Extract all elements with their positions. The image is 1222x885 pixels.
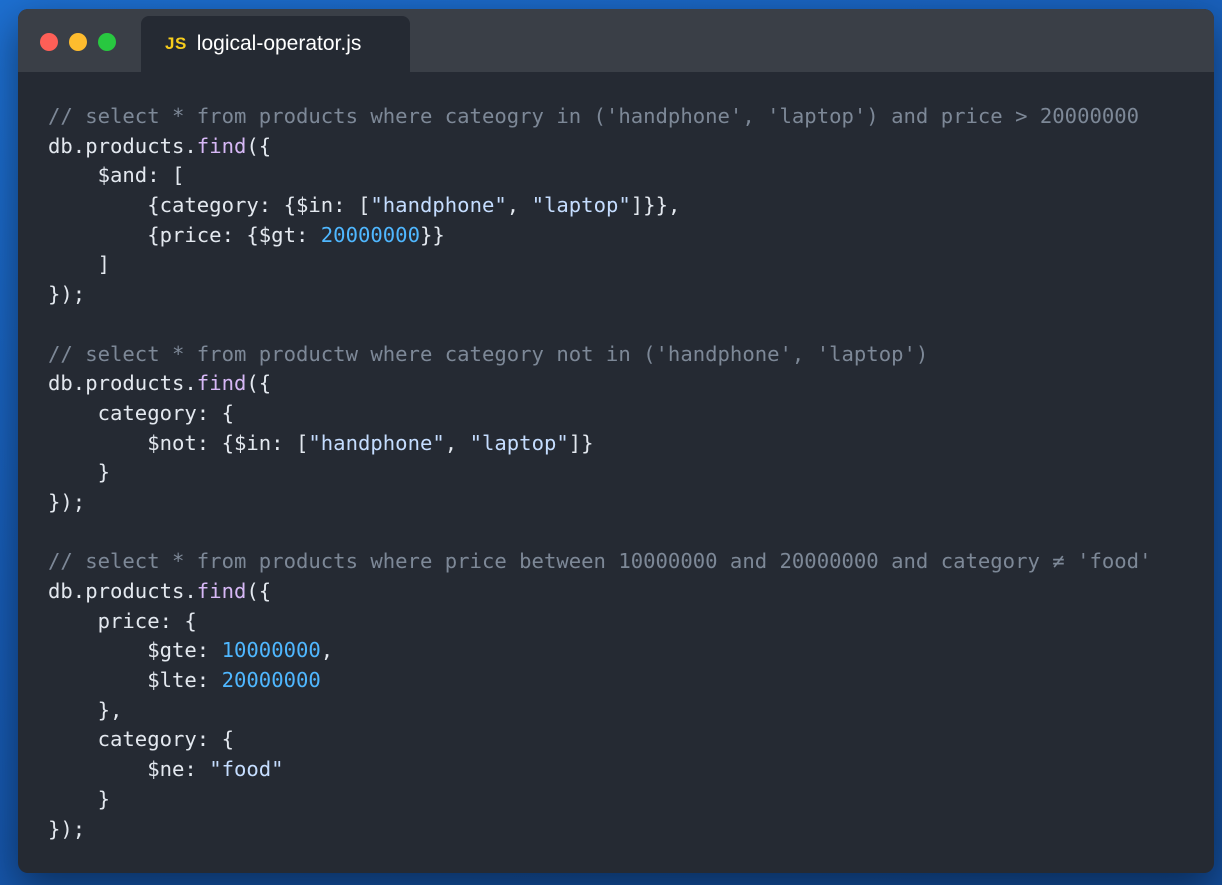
code-comment: // select * from productw where category… xyxy=(48,341,929,366)
code-line: $lte: 20000000 xyxy=(48,666,1214,696)
code-string: "handphone" xyxy=(370,193,507,218)
code-text: , xyxy=(320,638,334,663)
code-line: }); xyxy=(48,815,1214,845)
code-line: }); xyxy=(48,280,1214,310)
code-text: $not: {$in: [ xyxy=(48,430,309,455)
file-tab[interactable]: JS logical-operator.js xyxy=(141,16,410,72)
code-number: 20000000 xyxy=(221,668,321,693)
title-bar: JS logical-operator.js xyxy=(18,9,1214,72)
code-text: }); xyxy=(48,282,86,307)
code-string: "food" xyxy=(209,757,284,782)
code-number: 20000000 xyxy=(320,222,420,247)
code-editor[interactable]: // select * from products where cateogry… xyxy=(48,102,1214,844)
code-string: "handphone" xyxy=(308,430,445,455)
code-text: ({ xyxy=(246,133,272,158)
code-text: }); xyxy=(48,489,86,514)
code-text: }); xyxy=(48,816,86,841)
code-function: find xyxy=(196,133,247,158)
code-text: } xyxy=(48,786,110,811)
code-string: "laptop" xyxy=(531,193,631,218)
code-text: category: { xyxy=(48,727,234,752)
code-line: $ne: "food" xyxy=(48,755,1214,785)
tab-filename: logical-operator.js xyxy=(196,32,362,55)
code-line: // select * from products where price be… xyxy=(48,547,1214,577)
code-text: $and: [ xyxy=(48,163,185,188)
code-text: {price: {$gt: xyxy=(48,222,321,247)
code-function: find xyxy=(196,579,247,603)
code-text: $ne: xyxy=(48,757,210,782)
code-line: $gte: 10000000, xyxy=(48,636,1214,666)
code-line: ] xyxy=(48,250,1214,280)
code-line: category: { xyxy=(48,725,1214,755)
code-line: $not: {$in: ["handphone", "laptop"]} xyxy=(48,429,1214,459)
code-text: , xyxy=(506,193,532,218)
code-string: "laptop" xyxy=(469,430,569,455)
code-text: }} xyxy=(419,222,445,247)
code-line: {price: {$gt: 20000000}} xyxy=(48,221,1214,251)
editor-window: JS logical-operator.js // select * from … xyxy=(18,9,1214,873)
close-button[interactable] xyxy=(40,33,58,51)
code-text: $gte: xyxy=(48,638,222,663)
code-line: db.products.find({ xyxy=(48,369,1214,399)
code-line: db.products.find({ xyxy=(48,577,1214,607)
code-text: price: { xyxy=(48,608,197,633)
code-number: 10000000 xyxy=(221,638,321,663)
code-text: ]} xyxy=(568,430,594,455)
code-line: }, xyxy=(48,696,1214,726)
code-line: $and: [ xyxy=(48,161,1214,191)
code-function: find xyxy=(196,371,247,396)
code-text: , xyxy=(444,430,470,455)
code-text: } xyxy=(48,460,110,485)
code-text: db.products. xyxy=(48,133,197,158)
code-text: ({ xyxy=(246,371,272,396)
code-text: {category: {$in: [ xyxy=(48,193,371,218)
code-line: {category: {$in: ["handphone", "laptop"]… xyxy=(48,191,1214,221)
code-line: } xyxy=(48,458,1214,488)
code-line: category: { xyxy=(48,399,1214,429)
code-text: db.products. xyxy=(48,579,197,603)
code-text: db.products. xyxy=(48,371,197,396)
code-text: ]}}, xyxy=(630,193,681,218)
code-text: category: { xyxy=(48,400,234,425)
code-text: }, xyxy=(48,697,123,722)
maximize-button[interactable] xyxy=(98,33,116,51)
javascript-file-icon: JS xyxy=(165,34,187,53)
code-line: // select * from productw where category… xyxy=(48,340,1214,370)
code-line: // select * from products where cateogry… xyxy=(48,102,1214,132)
code-text: ({ xyxy=(246,579,272,603)
code-line: } xyxy=(48,785,1214,815)
code-text: $lte: xyxy=(48,668,222,693)
code-comment: // select * from products where cateogry… xyxy=(48,104,1140,128)
minimize-button[interactable] xyxy=(69,33,87,51)
code-text: ] xyxy=(48,252,110,277)
code-line: db.products.find({ xyxy=(48,132,1214,162)
code-line: }); xyxy=(48,488,1214,518)
code-line: price: { xyxy=(48,607,1214,637)
code-comment: // select * from products where price be… xyxy=(48,549,1152,574)
